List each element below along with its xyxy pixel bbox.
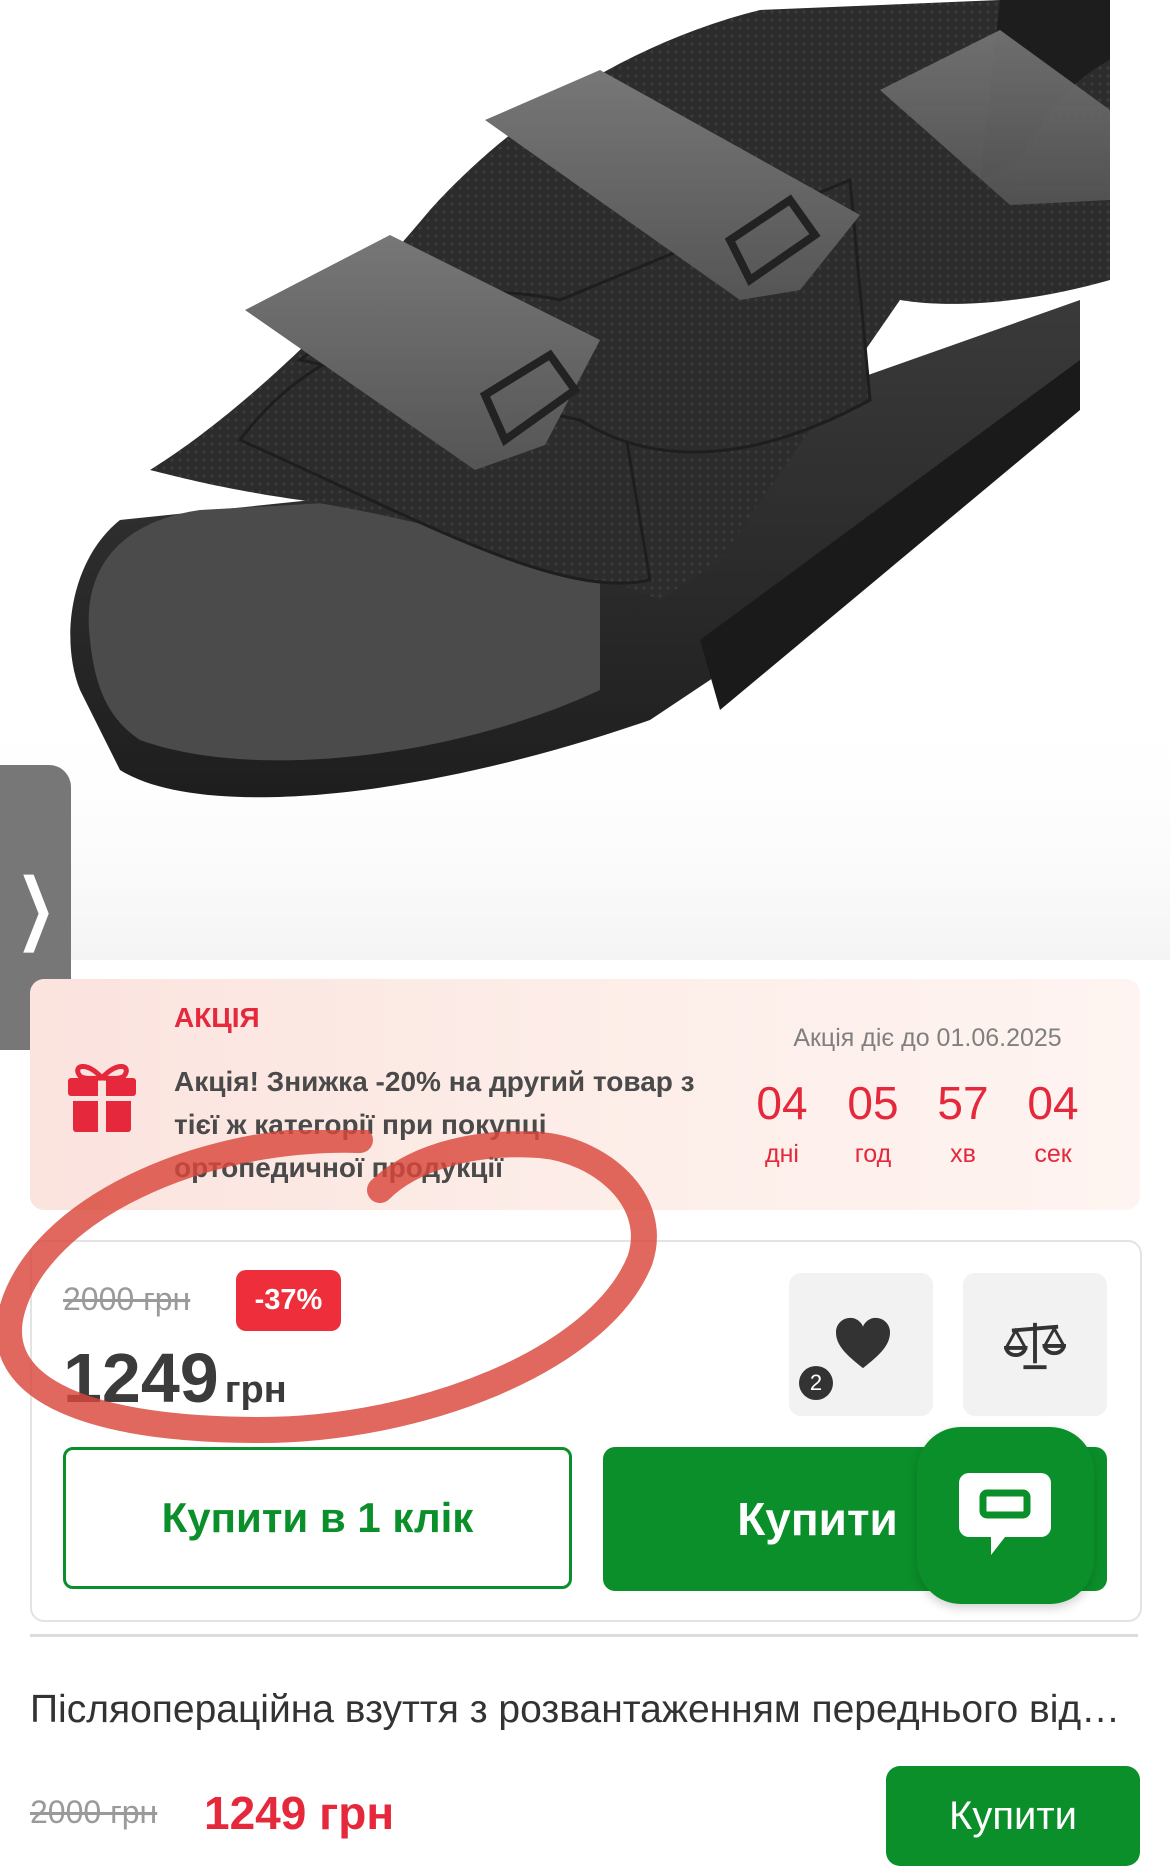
timer-minutes: 57 хв	[918, 1080, 1008, 1169]
chat-button[interactable]	[917, 1427, 1094, 1604]
current-price: 1249 грн	[63, 1338, 287, 1418]
product-image[interactable]	[0, 0, 1170, 960]
bottom-old-price: 2000 грн	[30, 1794, 158, 1830]
timer-seconds-value: 04	[1027, 1077, 1079, 1129]
gift-icon	[68, 1064, 136, 1132]
chat-icon	[959, 1473, 1051, 1555]
promo-label: АКЦІЯ	[174, 1002, 260, 1033]
promo-deadline: Акція діє до 01.06.2025	[793, 1024, 1062, 1052]
chevron-right-icon: ❯	[15, 862, 56, 953]
timer-minutes-value: 57	[937, 1077, 989, 1129]
timer-days: 04 дні	[737, 1080, 827, 1169]
current-price-value: 1249	[63, 1339, 219, 1417]
timer-hours-value: 05	[847, 1077, 899, 1129]
timer-hours: 05 год	[828, 1080, 918, 1169]
promo-text: Акція! Знижка -20% на другий товар з тіє…	[174, 1066, 695, 1183]
wishlist-count-badge: 2	[799, 1366, 833, 1400]
buy-one-click-button[interactable]: Купити в 1 клік	[63, 1447, 572, 1589]
timer-days-value: 04	[756, 1077, 808, 1129]
compare-button[interactable]	[963, 1273, 1107, 1416]
timer-seconds-unit: сек	[1034, 1140, 1072, 1168]
old-price: 2000 грн	[63, 1281, 191, 1317]
current-price-currency: грн	[224, 1369, 287, 1411]
heart-icon	[836, 1317, 890, 1369]
product-title: Післяопераційна взуття з розвантаженням …	[30, 1688, 1140, 1731]
bottom-price: 1249 грн	[204, 1787, 395, 1839]
timer-days-unit: дні	[765, 1140, 799, 1168]
timer-minutes-unit: хв	[950, 1140, 976, 1168]
scales-icon	[1004, 1322, 1066, 1370]
product-photo	[0, 0, 1170, 960]
bottom-buy-button[interactable]: Купити	[886, 1766, 1140, 1866]
discount-badge: -37%	[236, 1270, 341, 1331]
timer-hours-unit: год	[854, 1140, 892, 1168]
timer-seconds: 04 сек	[1008, 1080, 1098, 1169]
divider	[30, 1634, 1138, 1637]
